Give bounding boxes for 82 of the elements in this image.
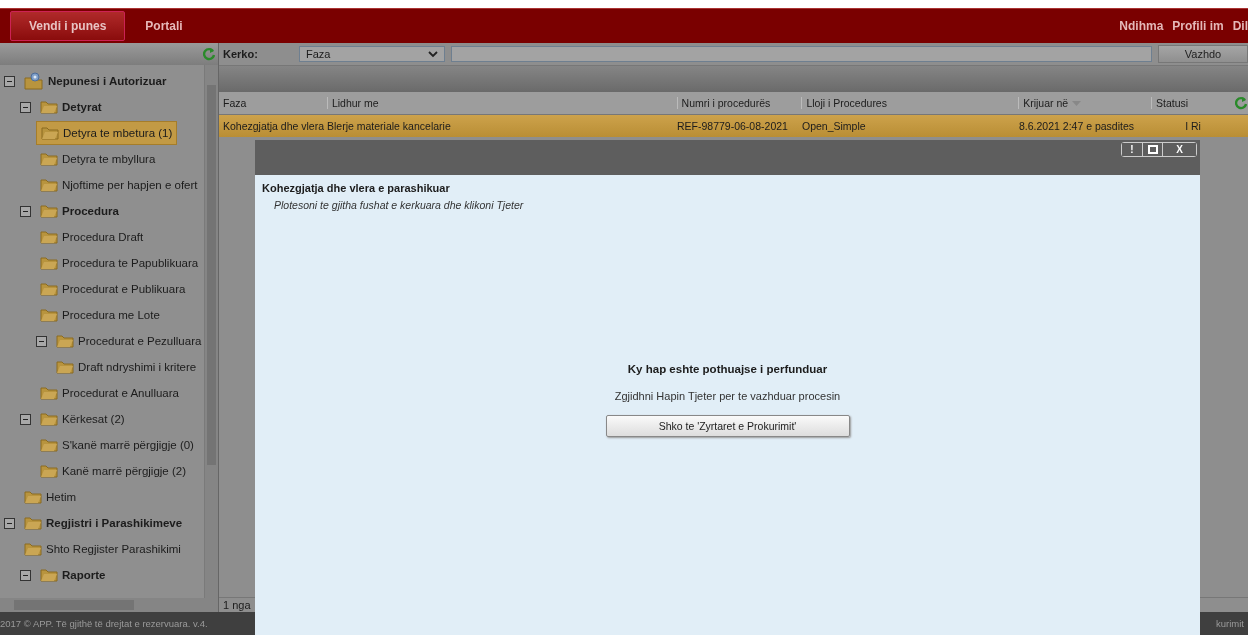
tree-item[interactable]: Shto Regjister Parashikimi — [20, 539, 185, 559]
collapse-icon[interactable] — [36, 335, 47, 347]
tree-item[interactable]: Hetim — [20, 487, 81, 507]
tree-item[interactable]: Njoftime per hapjen e ofert — [36, 175, 202, 195]
column-header[interactable]: Numri i procedurës — [676, 97, 802, 109]
table-cell-text: Open_Simple — [801, 119, 867, 133]
folder-icon — [40, 256, 58, 270]
folder-icon — [40, 100, 58, 114]
column-header[interactable]: Lidhur me — [326, 97, 677, 109]
tree-item[interactable]: Procedurat e Pezulluara — [52, 331, 204, 351]
table-cell-text: Kohezgjatja dhe vlera — [222, 119, 325, 133]
tree-item[interactable]: Procedurat e Publikuara — [36, 279, 190, 299]
column-header[interactable]: Krijuar në — [1018, 97, 1152, 109]
folder-icon — [40, 464, 58, 478]
tree-item[interactable]: Regjistri i Parashikimeve — [20, 513, 187, 533]
tree-item[interactable]: Draft ndryshimi i kritere — [52, 357, 201, 377]
nav-tab[interactable]: Portali — [129, 11, 199, 41]
scrollbar[interactable] — [0, 598, 218, 612]
folder-icon — [40, 230, 58, 244]
collapse-icon[interactable] — [20, 205, 31, 217]
folder-icon — [24, 490, 42, 504]
tree-item[interactable]: Detyra te mbyllura — [36, 149, 160, 169]
tree-item[interactable]: Detyra te mbetura (1) — [36, 121, 178, 145]
folder-icon — [41, 126, 59, 140]
tree-item[interactable]: Raporte — [36, 565, 110, 585]
column-header[interactable]: Lloji i Procedures — [801, 97, 1019, 109]
footer-text: kurimit — [1216, 618, 1244, 629]
nav-tab[interactable]: Vendi i punes — [10, 11, 126, 41]
tree-item[interactable]: Procedura — [36, 201, 123, 221]
table-cell-text: I Ri — [1184, 119, 1202, 133]
next-step-button[interactable]: Shko te 'Zyrtaret e Prokurimit' — [605, 415, 850, 437]
nav-link[interactable]: Ndihma — [1119, 19, 1164, 33]
tree-item[interactable]: Nepunesi i Autorizuar — [20, 69, 171, 93]
filter-dropdown[interactable]: Faza — [299, 46, 445, 62]
folder-icon — [40, 438, 58, 452]
tree-item[interactable]: Procedura me Lote — [36, 305, 164, 325]
message-heading: Ky hap eshte pothuajse i perfunduar — [627, 363, 828, 375]
collapse-icon[interactable] — [20, 569, 31, 581]
copyright-text: 2017 © APP. Të gjithë të drejtat e rezervuara. v.4. — [0, 618, 208, 629]
tree-item[interactable]: Procedurat e Anulluara — [36, 383, 183, 403]
nav-link[interactable]: Dil — [1232, 19, 1248, 33]
collapse-icon[interactable] — [4, 517, 15, 529]
folder-icon — [56, 334, 74, 348]
collapse-icon[interactable] — [20, 413, 31, 425]
table-row[interactable]: Kohezgjatja dhe vlera Blerje materiale kancelarie REF-98779-06-08-2021 Open_Simple 8.6.2021 2:47 e pasdites I Ri — [219, 115, 1248, 137]
folder-icon — [40, 282, 58, 296]
tree-item[interactable]: Kanë marrë përgjigje (2) — [36, 461, 190, 481]
folder-icon — [40, 178, 58, 192]
folder-icon — [40, 152, 58, 166]
folder-icon — [40, 568, 58, 582]
tree-item[interactable]: S'kanë marrë përgjigje (0) — [36, 435, 198, 455]
folder-icon — [40, 412, 58, 426]
folder-icon — [24, 542, 42, 556]
collapse-icon[interactable] — [20, 101, 31, 113]
gear-folder-icon — [24, 72, 44, 90]
dialog-heading: Kohezgjatja dhe vlera e parashikuar — [262, 182, 451, 194]
chevron-down-icon — [428, 50, 438, 58]
tree-item[interactable]: Kërkesat (2) — [36, 409, 129, 429]
column-header[interactable]: Faza — [223, 97, 327, 109]
search-label: Kerko: — [223, 48, 259, 60]
collapse-icon[interactable] — [4, 75, 15, 87]
close-button[interactable]: X — [1162, 143, 1196, 156]
folder-icon — [40, 386, 58, 400]
folder-icon — [24, 516, 42, 530]
message-text: Zgjidhni Hapin Tjeter per te vazhduar procesin — [614, 390, 841, 402]
scrollbar[interactable] — [204, 65, 218, 598]
instruction-text: Plotesoni te gjitha fushat e kerkuara dhe klikoni Tjeter — [273, 199, 525, 211]
table-cell-text: REF-98779-06-08-2021 — [676, 119, 789, 133]
maximize-icon — [1147, 145, 1158, 154]
search-field[interactable] — [451, 46, 1152, 62]
page-count: 1 nga — [223, 599, 251, 611]
tree-item[interactable]: Procedura Draft — [36, 227, 148, 247]
folder-icon — [40, 308, 58, 322]
nav-link[interactable]: Profili im — [1172, 19, 1224, 33]
folder-icon — [56, 360, 74, 374]
table-cell-text: Blerje materiale kancelarie — [326, 119, 452, 133]
column-header[interactable]: Statusi — [1151, 97, 1235, 109]
folder-icon — [40, 204, 58, 218]
table-cell-text: 8.6.2021 2:47 e pasdites — [1018, 119, 1135, 133]
tree-item[interactable]: Procedura te Papublikuara — [36, 253, 203, 273]
tree-item[interactable]: Detyrat — [36, 97, 106, 117]
continue-button[interactable]: Vazhdo — [1158, 45, 1248, 63]
